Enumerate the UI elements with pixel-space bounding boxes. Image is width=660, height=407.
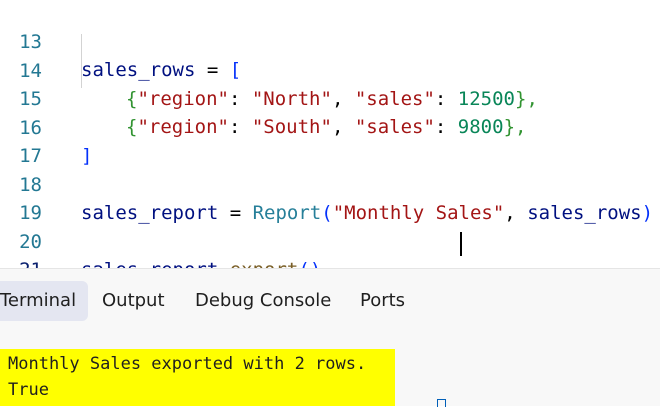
code-line[interactable]: 15 {"region": "South", "sales": 9800}, — [0, 57, 660, 138]
tab-terminal[interactable]: Terminal — [0, 281, 89, 321]
bottom-panel: Terminal Output Debug Console Ports Mont… — [0, 268, 660, 407]
code-line[interactable]: 20 sales_report.export() — [0, 200, 660, 268]
code-line-active[interactable]: 21 print(sales_report.is_exported) — [0, 228, 660, 268]
code-editor[interactable]: 13 sales_rows = [ 14 {"region": "North",… — [0, 0, 660, 268]
code-line[interactable]: 19 — [0, 171, 660, 224]
panel-tabs: Terminal Output Debug Console Ports — [0, 281, 660, 321]
text-cursor — [460, 232, 462, 256]
tab-ports[interactable]: Ports — [360, 281, 405, 321]
line-number: 21 — [0, 256, 42, 268]
terminal-line: Monthly Sales exported with 2 rows. — [8, 354, 367, 374]
tab-output[interactable]: Output — [102, 281, 165, 321]
code-line[interactable]: 17 — [0, 114, 660, 167]
tab-debug-console[interactable]: Debug Console — [195, 281, 331, 321]
code-line[interactable]: 16 ] — [0, 86, 660, 167]
code-line[interactable]: 18 sales_report = Report("Monthly Sales"… — [0, 143, 660, 224]
terminal-output[interactable]: Monthly Sales exported with 2 rows. True — [0, 349, 395, 406]
code-line[interactable]: 14 {"region": "North", "sales": 12500}, — [0, 29, 660, 110]
code-line[interactable]: 13 sales_rows = [ — [0, 0, 660, 81]
terminal-line: True — [8, 380, 49, 400]
code-text: sales_report.export() — [81, 256, 321, 268]
terminal-cursor — [437, 399, 446, 407]
